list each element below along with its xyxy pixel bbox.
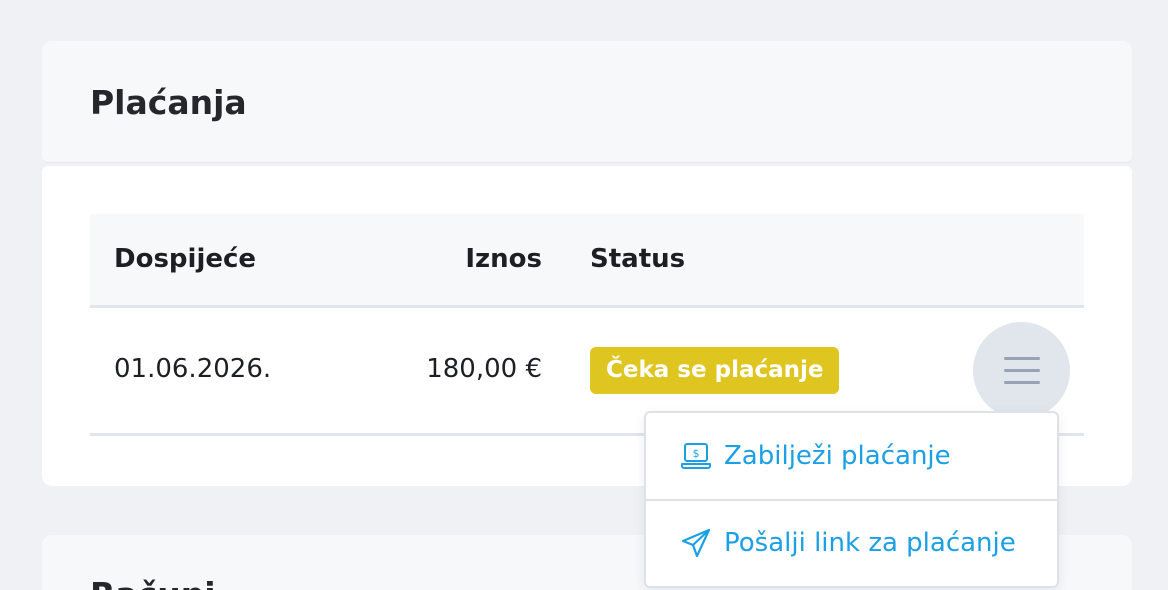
svg-text:$: $ [693,447,700,460]
cell-amount: 180,00 € [426,354,542,384]
payments-card-header: Plaćanja [42,41,1132,163]
status-badge: Čeka se plaćanje [590,347,840,394]
send-payment-link-label: Pošalji link za plaćanje [724,528,1016,558]
page-title: Plaćanja [90,83,247,122]
record-payment-menu-item[interactable]: $ Zabilježi plaćanje [646,413,1057,499]
table-header: Dospijeće Iznos Status [90,214,1084,308]
send-payment-link-menu-item[interactable]: Pošalji link za plaćanje [646,499,1057,585]
cell-due-date: 01.06.2026. [114,354,272,384]
column-header-amount: Iznos [465,244,542,274]
payments-table: Dospijeće Iznos Status 01.06.2026. 180,0… [90,214,1084,436]
section-title: Računi [90,575,216,590]
row-actions-dropdown: $ Zabilježi plaćanje Pošalji link za pla… [644,411,1059,588]
page: Plaćanja Dospijeće Iznos Status 01.06.20… [0,0,1168,590]
row-menu-button[interactable] [973,322,1070,419]
paper-plane-icon [680,527,712,559]
record-payment-label: Zabilježi plaćanje [724,441,951,471]
payment-record-icon: $ [680,440,712,472]
column-header-due: Dospijeće [114,244,257,274]
column-header-status: Status [590,244,686,274]
